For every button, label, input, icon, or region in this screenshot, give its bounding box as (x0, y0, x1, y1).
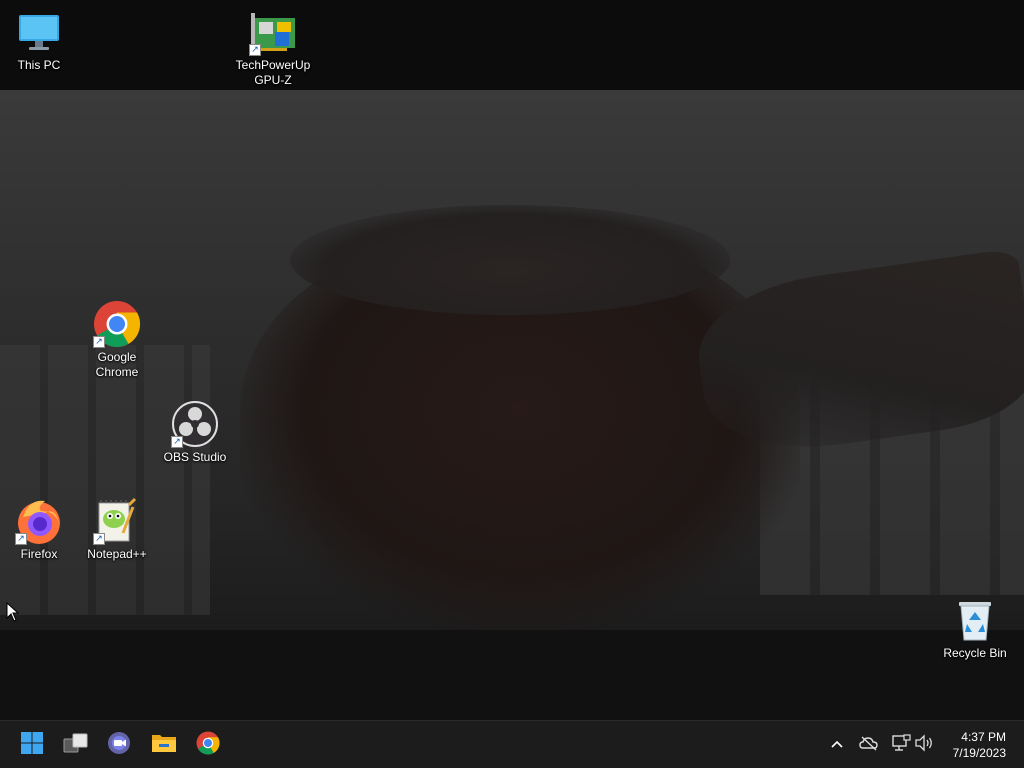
shortcut-arrow-icon: ↗ (93, 533, 105, 545)
chevron-up-icon (830, 736, 844, 754)
recycle-bin-icon (951, 596, 999, 644)
clock-date: 7/19/2023 (952, 746, 1006, 760)
teams-chat-icon (107, 731, 133, 760)
network-tray-button[interactable] (889, 733, 913, 757)
shortcut-arrow-icon: ↗ (171, 436, 183, 448)
show-hidden-icons-button[interactable] (825, 733, 849, 757)
notepad-plus-plus-icon: ↗ (93, 497, 141, 545)
desktop-icon-recycle-bin[interactable]: Recycle Bin (937, 596, 1013, 661)
desktop-icon-label: Google Chrome (95, 350, 139, 379)
desktop-icon-notepad-plus-plus[interactable]: ↗ Notepad++ (79, 497, 155, 562)
file-explorer-icon (151, 732, 177, 759)
desktop-icon-gpu-z[interactable]: ↗ TechPowerUp GPU-Z (235, 8, 311, 88)
mouse-cursor-icon (6, 601, 20, 622)
wallpaper-floor (0, 630, 1024, 720)
desktop-icon-label: TechPowerUp GPU-Z (235, 58, 311, 87)
desktop-icon-label: Notepad++ (87, 547, 147, 561)
desktop-icon-this-pc[interactable]: This PC (1, 8, 77, 73)
shortcut-arrow-icon: ↗ (15, 533, 27, 545)
task-view-button[interactable] (56, 725, 96, 765)
desktop-icon-label: This PC (17, 58, 61, 72)
firefox-icon: ↗ (15, 497, 63, 545)
desktop-icon-label: Firefox (20, 547, 58, 561)
network-icon (891, 733, 911, 757)
taskbar: 4:37 PM 7/19/2023 (0, 720, 1024, 768)
chrome-taskbar-button[interactable] (188, 725, 228, 765)
wallpaper-shelf-left (0, 345, 210, 615)
volume-tray-button[interactable] (912, 733, 936, 757)
this-pc-icon (15, 8, 63, 56)
onedrive-tray-button[interactable] (857, 733, 881, 757)
shortcut-arrow-icon: ↗ (249, 44, 261, 56)
obs-studio-icon: ↗ (171, 400, 219, 448)
shortcut-arrow-icon: ↗ (93, 336, 105, 348)
desktop-icon-label: OBS Studio (163, 450, 227, 464)
desktop-icon-google-chrome[interactable]: ↗ Google Chrome (79, 300, 155, 380)
start-button[interactable] (12, 725, 52, 765)
desktop-icon-label: Recycle Bin (943, 646, 1007, 660)
clock-time: 4:37 PM (961, 730, 1006, 744)
desktop-icon-firefox[interactable]: ↗ Firefox (1, 497, 77, 562)
teams-chat-button[interactable] (100, 725, 140, 765)
task-view-icon (63, 732, 89, 759)
chrome-icon (196, 731, 220, 760)
chrome-icon: ↗ (93, 300, 141, 348)
wallpaper-hat (290, 205, 730, 315)
desktop-icon-obs-studio[interactable]: ↗ OBS Studio (157, 400, 233, 465)
onedrive-offline-icon (859, 735, 879, 756)
gpu-z-icon: ↗ (249, 8, 297, 56)
volume-icon (914, 733, 934, 757)
taskbar-clock[interactable]: 4:37 PM 7/19/2023 (936, 729, 1006, 761)
file-explorer-button[interactable] (144, 725, 184, 765)
start-icon (20, 731, 44, 760)
